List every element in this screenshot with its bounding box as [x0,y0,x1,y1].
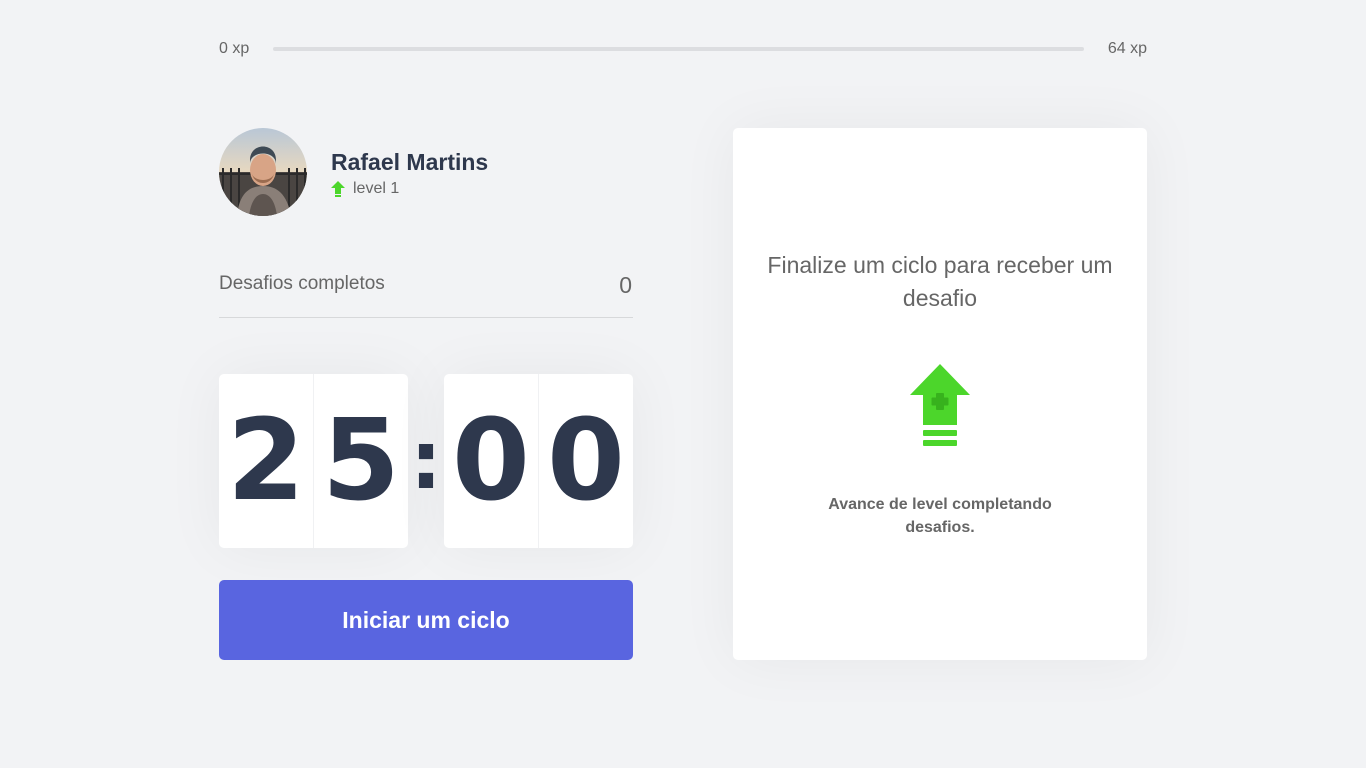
profile-level-label: level 1 [353,179,400,197]
challenge-box-description: Avance de level completando desafios. [828,496,1052,536]
xp-progress-track [273,47,1084,51]
start-cycle-button[interactable]: Iniciar um ciclo [219,580,633,660]
level-up-arrow-icon [910,364,970,446]
profile-level: level 1 [331,180,488,198]
avatar [219,128,307,216]
xp-next-level-label: 64 xp [1107,40,1147,57]
second-units-digit: 0 [547,396,625,526]
level-up-arrow-icon [331,180,345,197]
countdown-timer: 2 5 : 0 0 [219,374,633,548]
profile-info: Rafael Martins level 1 [331,147,488,198]
time-separator: : [410,414,442,507]
xp-current-label: 0 xp [219,40,250,57]
experience-bar: 0 xp 64 xp [219,36,1147,62]
minute-units-digit: 5 [322,396,400,526]
seconds-box: 0 0 [444,374,633,548]
completed-challenges: Desafios completos 0 [219,264,633,318]
profile-name: Rafael Martins [331,148,489,175]
challenge-box-title: Finalize um ciclo para receber um desafi… [767,252,1113,311]
minute-tens-digit: 2 [219,374,314,548]
user-avatar-photo [219,128,307,216]
second-tens-digit: 0 [444,374,539,548]
completed-challenges-label: Desafios completos [219,273,385,294]
completed-challenges-count: 0 [619,272,632,298]
minutes-box: 2 5 [219,374,408,548]
profile: Rafael Martins level 1 [219,128,633,216]
challenge-box: Finalize um ciclo para receber um desafi… [733,128,1147,660]
